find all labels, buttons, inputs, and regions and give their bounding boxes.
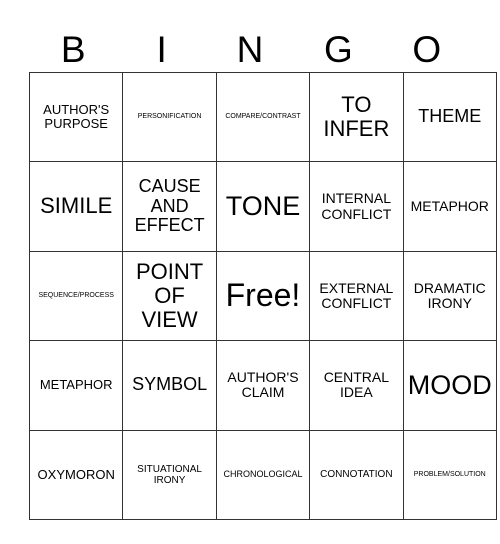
bingo-cell[interactable]: COMPARE/CONTRAST xyxy=(215,71,311,163)
bingo-row: METAPHOR SYMBOL AUTHOR'S CLAIM CENTRAL I… xyxy=(28,340,497,431)
bingo-header: B I N G O xyxy=(29,28,471,72)
header-letter-g: G xyxy=(323,29,353,70)
bingo-cell[interactable]: TONE xyxy=(215,161,311,252)
bingo-cell[interactable]: SYMBOL xyxy=(122,340,217,431)
header-letter-n: N xyxy=(236,29,264,70)
bingo-cell[interactable]: OXYMORON xyxy=(28,429,124,520)
bingo-cell[interactable]: METAPHOR xyxy=(402,161,497,252)
bingo-cell[interactable]: EXTERNAL CONFLICT xyxy=(309,250,404,342)
bingo-cell[interactable]: CONNOTATION xyxy=(309,429,404,520)
header-letter-o: O xyxy=(412,29,442,70)
bingo-cell[interactable]: PERSONIFICATION xyxy=(122,71,217,163)
bingo-cell[interactable]: AUTHOR'S CLAIM xyxy=(215,340,311,431)
bingo-cell[interactable]: DRAMATIC IRONY xyxy=(402,250,497,342)
bingo-cell[interactable]: TO INFER xyxy=(309,71,404,163)
header-letter-b: B xyxy=(60,29,86,70)
header-letter-i: I xyxy=(156,29,167,70)
bingo-row: SEQUENCE/PROCESS POINT OF VIEW Free! EXT… xyxy=(28,250,497,342)
free-space-cell[interactable]: Free! xyxy=(215,250,311,342)
bingo-cell[interactable]: CAUSE AND EFFECT xyxy=(122,161,217,252)
bingo-cell[interactable]: POINT OF VIEW xyxy=(122,250,217,342)
bingo-cell[interactable]: MOOD xyxy=(402,340,497,431)
bingo-cell[interactable]: CHRONOLOGICAL xyxy=(215,429,311,520)
bingo-row: SIMILE CAUSE AND EFFECT TONE INTERNAL CO… xyxy=(28,161,497,252)
bingo-cell[interactable]: CENTRAL IDEA xyxy=(309,340,404,431)
bingo-cell[interactable]: SIMILE xyxy=(28,161,124,252)
bingo-row: AUTHOR'S PURPOSE PERSONIFICATION COMPARE… xyxy=(28,71,497,163)
bingo-cell[interactable]: AUTHOR'S PURPOSE xyxy=(28,71,124,163)
bingo-cell[interactable]: PROBLEM/SOLUTION xyxy=(402,429,497,520)
bingo-cell[interactable]: INTERNAL CONFLICT xyxy=(309,161,404,252)
bingo-row: OXYMORON SITUATIONAL IRONY CHRONOLOGICAL… xyxy=(28,429,497,520)
bingo-cell[interactable]: SITUATIONAL IRONY xyxy=(122,429,217,520)
bingo-card: AUTHOR'S PURPOSE PERSONIFICATION COMPARE… xyxy=(28,71,497,520)
bingo-cell[interactable]: THEME xyxy=(402,71,497,163)
bingo-cell[interactable]: METAPHOR xyxy=(28,340,124,431)
bingo-cell[interactable]: SEQUENCE/PROCESS xyxy=(28,250,124,342)
